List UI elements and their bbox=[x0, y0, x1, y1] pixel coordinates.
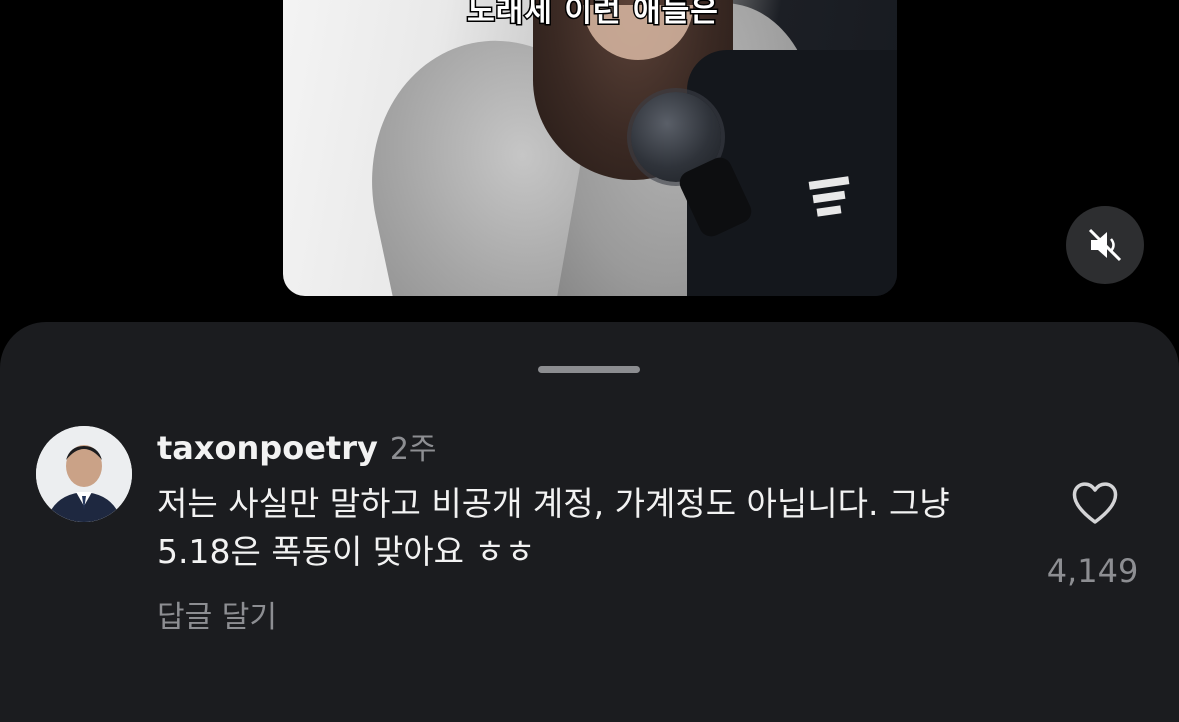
avatar[interactable] bbox=[36, 426, 132, 522]
video-caption: 노래세 이런 애들은 bbox=[466, 0, 720, 31]
like-count: 4,149 bbox=[1046, 552, 1139, 590]
mute-button[interactable] bbox=[1066, 206, 1144, 284]
comment-username[interactable]: taxonpoetry bbox=[157, 429, 378, 467]
drag-handle[interactable] bbox=[538, 366, 640, 373]
comment-time: 2주 bbox=[389, 432, 437, 467]
brand-logo-icon bbox=[808, 176, 850, 217]
reply-button[interactable]: 답글 달기 bbox=[157, 592, 277, 636]
profile-photo bbox=[36, 426, 132, 522]
comment-body: 저는 사실만 말하고 비공개 계정, 가계정도 아닙니다. 그냥 5.18은 폭… bbox=[157, 484, 950, 571]
comment-header: taxonpoetry 2주 bbox=[157, 424, 437, 468]
video-player[interactable]: 노래세 이런 애들은 bbox=[283, 0, 897, 296]
speaker-muted-icon bbox=[1088, 228, 1122, 262]
heart-outline-icon[interactable] bbox=[1070, 480, 1120, 526]
comments-sheet: taxonpoetry 2주 저는 사실만 말하고 비공개 계정, 가계정도 아… bbox=[0, 322, 1179, 722]
